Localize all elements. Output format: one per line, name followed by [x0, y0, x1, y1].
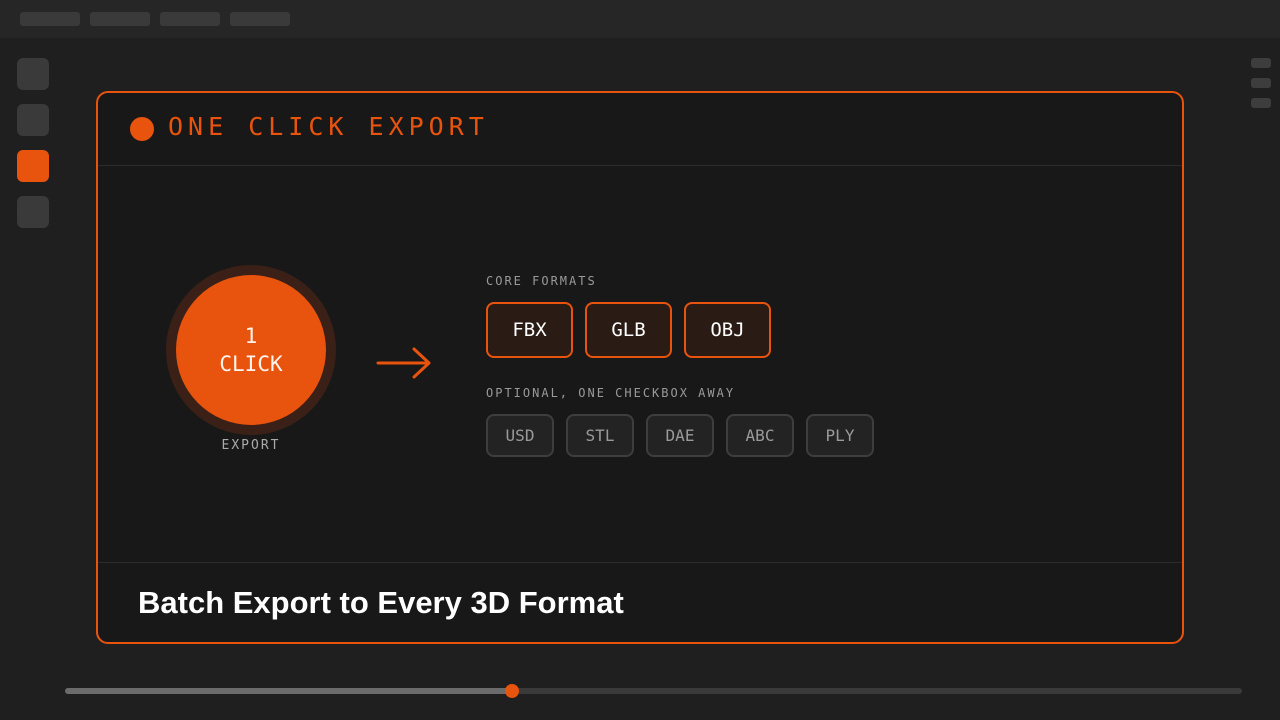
right-toolbar-item-2[interactable] [1251, 78, 1271, 88]
format-chip-abc[interactable]: ABC [726, 414, 794, 457]
toolbar-button-1[interactable] [17, 58, 49, 90]
arrow-right-icon [376, 347, 431, 379]
top-bar [0, 0, 1280, 38]
card-header: ONE CLICK EXPORT [98, 93, 1182, 166]
format-chip-obj[interactable]: OBJ [684, 302, 771, 358]
footer-title: Batch Export to Every 3D Format [138, 585, 624, 620]
format-chip-glb[interactable]: GLB [585, 302, 672, 358]
format-chip-fbx[interactable]: FBX [486, 302, 573, 358]
card-footer: Batch Export to Every 3D Format [98, 562, 1182, 642]
export-button-face: 1 CLICK [176, 275, 326, 425]
record-dot-icon [130, 117, 154, 141]
top-tab-1[interactable] [20, 12, 80, 26]
toolbar-button-4[interactable] [17, 196, 49, 228]
core-formats-label: CORE FORMATS [486, 274, 597, 288]
top-tab-3[interactable] [160, 12, 220, 26]
export-button-caption: EXPORT [221, 438, 281, 453]
top-tab-4[interactable] [230, 12, 290, 26]
timeline-progress [65, 688, 513, 694]
format-chip-stl[interactable]: STL [566, 414, 634, 457]
optional-formats-label: OPTIONAL, ONE CHECKBOX AWAY [486, 386, 736, 400]
format-chip-dae[interactable]: DAE [646, 414, 714, 457]
format-chip-ply[interactable]: PLY [806, 414, 874, 457]
toolbar-button-2[interactable] [17, 104, 49, 136]
card-title: ONE CLICK EXPORT [168, 112, 489, 141]
toolbar-button-3-active[interactable] [17, 150, 49, 182]
one-click-export-button[interactable]: 1 CLICK [166, 265, 336, 435]
export-button-line-1: 1 [244, 324, 258, 348]
right-toolbar-item-1[interactable] [1251, 58, 1271, 68]
right-toolbar-item-3[interactable] [1251, 98, 1271, 108]
timeline-scrubber-handle[interactable] [505, 684, 520, 698]
export-button-line-2: CLICK [219, 352, 283, 376]
top-tab-2[interactable] [90, 12, 150, 26]
format-chip-usd[interactable]: USD [486, 414, 554, 457]
export-card: ONE CLICK EXPORT 1 CLICK EXPORT CORE FOR… [96, 91, 1184, 644]
